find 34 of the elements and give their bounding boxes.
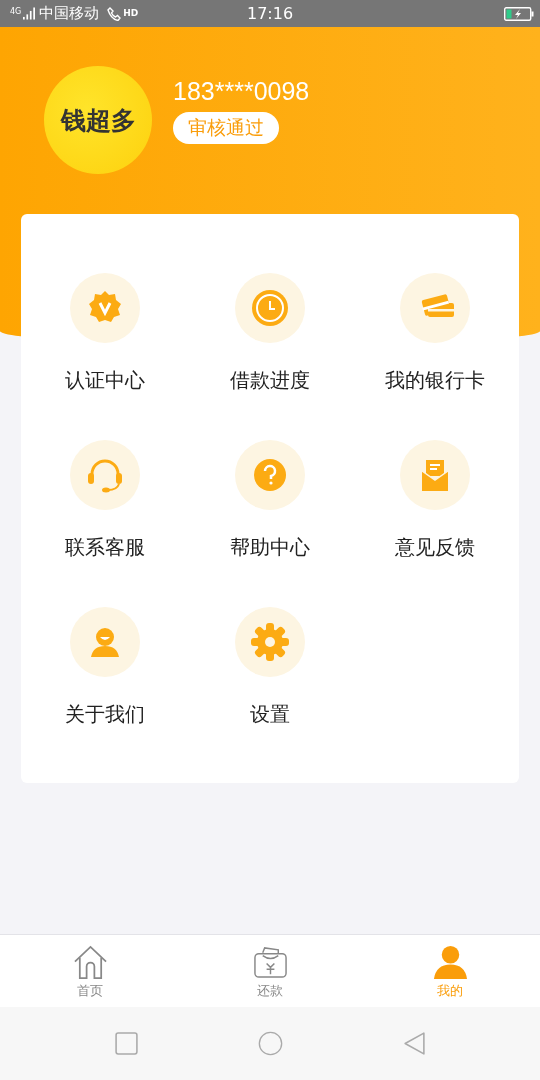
network-type: 4G: [10, 7, 22, 16]
menu-item-label[interactable]: 联系客服: [65, 534, 146, 561]
menu-item-label[interactable]: 意见反馈: [394, 534, 475, 561]
nav-tab[interactable]: 首页: [0, 935, 180, 1007]
help-icon[interactable]: [235, 440, 305, 510]
hd-label: HD: [123, 8, 139, 18]
cards-icon[interactable]: [399, 273, 470, 343]
person-icon[interactable]: [70, 607, 141, 677]
menu-item-label[interactable]: 我的银行卡: [384, 367, 485, 394]
wallet-icon: [252, 945, 288, 980]
back-button[interactable]: [401, 1031, 427, 1056]
headset-icon[interactable]: [70, 440, 141, 510]
clock-time: 17:16: [246, 4, 294, 23]
home-icon: [72, 945, 108, 980]
app-logo: 钱超多: [44, 66, 152, 174]
status-badge: 审核通过: [173, 111, 279, 144]
home-button[interactable]: [257, 1031, 283, 1056]
menu-item-label[interactable]: 帮助中心: [230, 534, 310, 561]
user-icon: [432, 945, 468, 980]
carrier-name: 中国移动: [39, 4, 100, 23]
phone-icon: [107, 6, 122, 21]
phone-number: 183****0098: [173, 76, 310, 106]
badge-icon[interactable]: [70, 273, 141, 343]
clock-icon[interactable]: [235, 273, 305, 343]
menu-item-label[interactable]: 关于我们: [65, 701, 146, 728]
settings-icon[interactable]: [235, 607, 305, 677]
battery-icon: [504, 6, 534, 21]
recents-button[interactable]: [113, 1031, 139, 1056]
signal-icon: [23, 7, 36, 20]
menu-item-label[interactable]: 设置: [250, 701, 290, 728]
menu-item-label[interactable]: 借款进度: [230, 367, 310, 394]
menu-item-label[interactable]: 认证中心: [65, 367, 146, 394]
envelope-icon[interactable]: [399, 440, 470, 510]
nav-tab[interactable]: 还款: [180, 935, 360, 1007]
